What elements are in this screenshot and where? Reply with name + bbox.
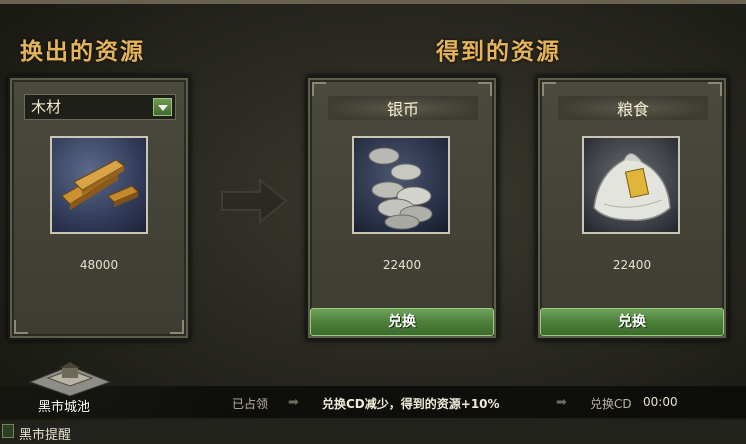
arrow-right-icon [221, 177, 288, 225]
grain-amount: 22400 [612, 258, 652, 272]
silver-coins-icon [352, 136, 450, 234]
reminder-label: 黑市提醒 [19, 428, 72, 443]
give-amount: 48000 [79, 258, 119, 272]
panel-corner [478, 82, 492, 96]
resource-select[interactable]: 木材 [24, 94, 176, 120]
bonus-text: 兑换CD减少，得到的资源+10% [322, 397, 500, 411]
grain-sack-icon [582, 136, 680, 234]
panel-corner [312, 82, 326, 96]
grain-title: 粮食 [558, 96, 708, 120]
give-resource-panel: 木材 48000 [8, 76, 190, 340]
grain-panel: 粮食 22400 兑换 [536, 76, 728, 340]
panel-corner [170, 320, 184, 334]
arrow-right-icon: ➡ [556, 395, 567, 410]
wood-planks-icon [50, 136, 148, 234]
bottom-strip [0, 420, 746, 444]
exchange-grain-button[interactable]: 兑换 [540, 308, 724, 336]
arrow-right-icon: ➡ [288, 395, 299, 410]
panel-corner [14, 320, 28, 334]
panel-corner [708, 82, 722, 96]
silver-amount: 22400 [382, 258, 422, 272]
silver-coin-title: 银币 [328, 96, 478, 120]
resource-select-value: 木材 [31, 98, 62, 116]
top-border [0, 0, 746, 4]
silver-coin-panel: 银币 22400 兑换 [306, 76, 498, 340]
location-label: 黑市城池 [38, 400, 91, 415]
cd-label: 兑换CD [590, 397, 632, 411]
exchange-silver-button[interactable]: 兑换 [310, 308, 494, 336]
panel-corner [542, 82, 556, 96]
occupied-label: 已占领 [232, 397, 269, 411]
black-market-city-icon[interactable] [22, 360, 118, 398]
give-resource-heading: 换出的资源 [20, 38, 145, 65]
cd-timer: 00:00 [643, 395, 678, 409]
chevron-down-icon[interactable] [153, 98, 172, 116]
reminder-checkbox[interactable] [2, 424, 14, 438]
get-resource-heading: 得到的资源 [436, 38, 561, 65]
